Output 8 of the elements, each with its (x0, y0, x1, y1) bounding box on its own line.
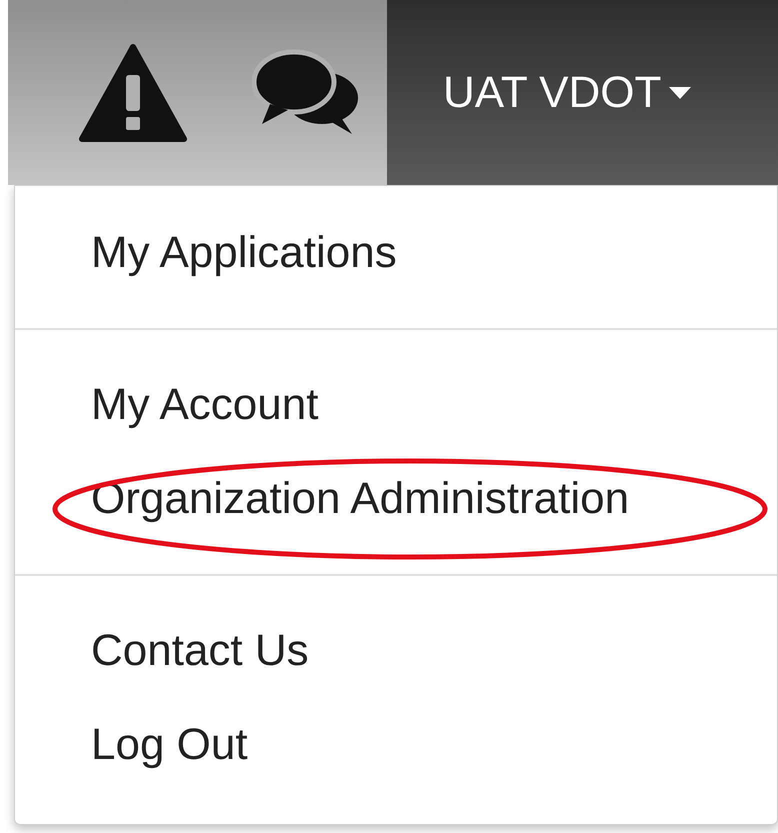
menu-item[interactable]: My Account (15, 358, 777, 452)
menu-item[interactable]: Log Out (15, 698, 777, 792)
user-menu-button[interactable]: UAT VDOT (387, 0, 778, 185)
warning-icon[interactable] (78, 42, 188, 142)
menu-item[interactable]: My Applications (15, 206, 777, 300)
menu-item[interactable]: Contact Us (15, 604, 777, 698)
caret-icon (669, 86, 692, 98)
menu-item[interactable]: Organization Administration (15, 452, 777, 546)
